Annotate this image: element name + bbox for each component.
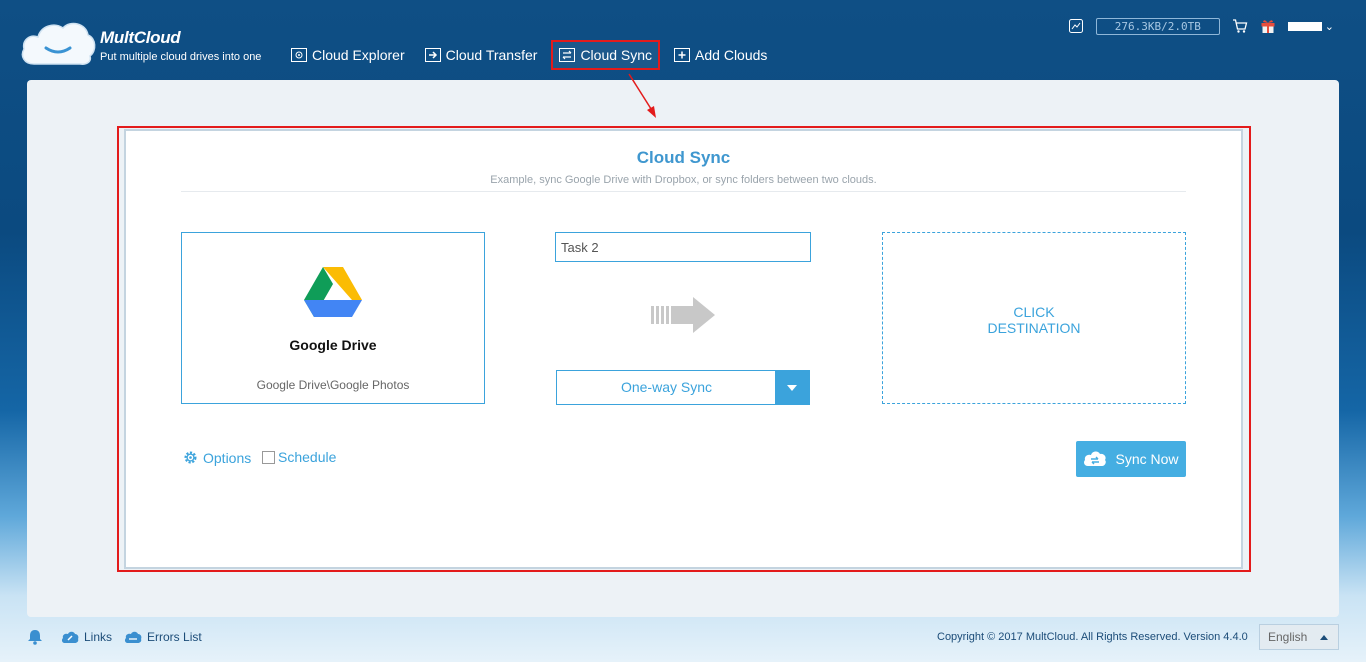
explorer-icon [291,48,307,62]
logo-name: MultCloud [100,28,181,47]
traffic-usage: 276.3KB/2.0TB [1095,17,1220,35]
nav-label: Cloud Explorer [312,47,405,63]
sync-now-label: Sync Now [1115,451,1179,467]
source-path: Google Drive\Google Photos [256,378,410,392]
nav-cloud-explorer[interactable]: Cloud Explorer [285,40,411,70]
schedule-checkbox[interactable] [262,450,275,464]
destination-prompt: CLICK DESTINATION [883,304,1185,336]
error-cloud-icon [124,631,142,643]
transfer-icon [424,48,441,62]
destination-prompt-line2: DESTINATION [987,320,1081,336]
google-drive-icon [304,267,362,317]
user-name-redacted[interactable] [1287,21,1322,31]
nav-cloud-sync[interactable]: Cloud Sync [551,40,661,70]
nav-label: Add Clouds [695,47,768,63]
cloud-sync-icon [1084,451,1107,466]
schedule-toggle[interactable]: Schedule [262,449,336,465]
language-select[interactable]: English [1259,624,1339,650]
logo-tagline: Put multiple cloud drives into one [100,51,262,63]
cloud-sync-card: Cloud Sync Example, sync Google Drive wi… [124,129,1243,569]
logo[interactable]: MultCloud Put multiple cloud drives into… [20,18,270,68]
account-bar: 276.3KB/2.0TB ⌄ [1062,15,1334,37]
sync-now-button[interactable]: Sync Now [1076,441,1186,477]
notifications[interactable] [26,629,49,645]
links-label: Links [84,630,113,644]
destination-selector[interactable]: CLICK DESTINATION [882,232,1186,404]
footer-links-item[interactable]: Links [61,629,112,645]
nav-label: Cloud Sync [580,47,653,63]
link-cloud-icon [61,631,79,643]
dropdown-caret-icon[interactable] [775,371,809,404]
traffic-chart-icon[interactable] [1068,18,1084,34]
errors-label: Errors List [147,630,202,644]
annotation-arrow-icon [628,73,656,118]
nav-add-clouds[interactable]: Add Clouds [668,40,773,70]
add-icon [674,48,691,62]
destination-prompt-line1: CLICK [1013,304,1055,320]
divider [181,191,1186,192]
chevron-down-icon[interactable]: ⌄ [1325,20,1334,33]
top-header: MultCloud Put multiple cloud drives into… [0,0,1366,80]
page-title: Cloud Sync [636,148,731,167]
gift-icon[interactable] [1260,18,1276,34]
sync-mode-select[interactable]: One-way Sync [556,370,810,405]
gear-icon [184,451,197,464]
nav-cloud-transfer[interactable]: Cloud Transfer [419,40,544,70]
sync-direction-arrow-icon [651,297,715,333]
source-selector[interactable]: Google Drive Google Drive\Google Photos [181,232,485,404]
nav-label: Cloud Transfer [445,47,538,63]
sync-mode-value: One-way Sync [620,379,713,395]
main-nav: Cloud Explorer Cloud Transfer Cloud Sync… [285,40,781,70]
sync-icon [559,48,576,62]
cart-icon[interactable] [1232,18,1248,34]
cloud-logo-icon [21,22,96,65]
schedule-label: Schedule [278,449,337,465]
options-link[interactable]: Options [182,449,251,466]
source-cloud-name: Google Drive [289,337,377,353]
copyright-text: Copyright © 2017 MultCloud. All Rights R… [937,631,1248,643]
options-label: Options [203,449,252,466]
bell-icon [28,630,42,645]
page-subtitle: Example, sync Google Drive with Dropbox,… [490,174,877,186]
footer-links: Links Errors List [26,627,214,647]
task-name-input[interactable] [555,232,811,262]
footer-errors-item[interactable]: Errors List [124,629,202,645]
